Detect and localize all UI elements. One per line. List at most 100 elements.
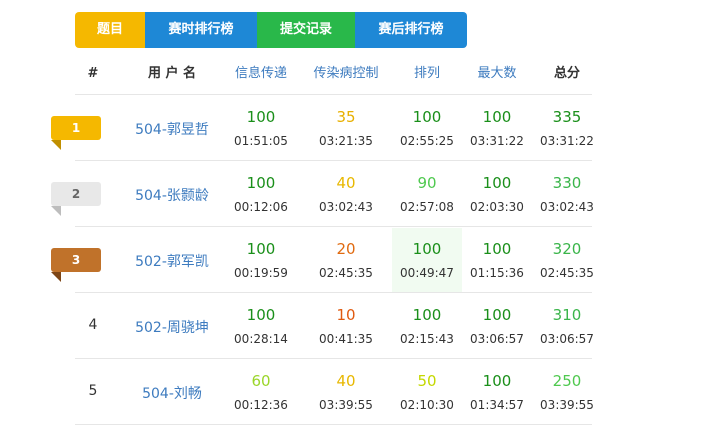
submit-time: 00:49:47 — [400, 266, 454, 280]
score-cell[interactable]: 10 00:41:35 — [300, 293, 392, 359]
score-cell[interactable]: 90 02:57:08 — [392, 161, 462, 227]
submit-time: 01:51:05 — [234, 134, 288, 148]
total-time: 03:06:57 — [540, 332, 594, 346]
total-score: 330 — [552, 174, 582, 192]
submit-time: 02:57:08 — [400, 200, 454, 214]
submit-time: 00:12:06 — [234, 200, 288, 214]
total-time: 03:02:43 — [540, 200, 594, 214]
username-link[interactable]: 504-郭昱哲 — [122, 119, 222, 139]
table-row: 3 502-郭军凯 100 00:19:59 20 02:45:35 100 00:49:47… — [0, 227, 711, 293]
problem-score: 100 — [482, 108, 512, 126]
submit-time: 02:45:35 — [319, 266, 373, 280]
problem-score: 100 — [246, 306, 276, 324]
total-time: 02:45:35 — [540, 266, 594, 280]
problem-score: 35 — [336, 108, 356, 126]
total-score: 310 — [552, 306, 582, 324]
submit-time: 03:21:35 — [319, 134, 373, 148]
submit-time: 00:41:35 — [319, 332, 373, 346]
rank-number: 3 — [71, 253, 81, 267]
total-time: 03:39:55 — [540, 398, 594, 412]
problem-score: 100 — [482, 240, 512, 258]
rank-number: 1 — [71, 121, 81, 135]
total-cell: 320 02:45:35 — [532, 227, 602, 293]
submit-time: 00:19:59 — [234, 266, 288, 280]
ribbon-fold — [51, 140, 61, 150]
problem-score: 100 — [246, 240, 276, 258]
total-score: 335 — [552, 108, 582, 126]
header-problem-2[interactable]: 传染病控制 — [300, 64, 392, 84]
problem-score: 20 — [336, 240, 356, 258]
submit-time: 02:10:30 — [400, 398, 454, 412]
score-cell[interactable]: 100 02:15:43 — [392, 293, 462, 359]
tab-submissions[interactable]: 提交记录 — [257, 12, 355, 48]
problem-score: 100 — [246, 108, 276, 126]
submit-time: 00:12:36 — [234, 398, 288, 412]
score-cell[interactable]: 100 02:55:25 — [392, 95, 462, 161]
problem-score: 100 — [412, 108, 442, 126]
total-cell: 330 03:02:43 — [532, 161, 602, 227]
problem-score: 50 — [417, 372, 437, 390]
score-cell[interactable]: 60 00:12:36 — [222, 359, 300, 425]
total-time: 03:31:22 — [540, 134, 594, 148]
score-cell[interactable]: 100 00:12:06 — [222, 161, 300, 227]
table-row: 2 504-张颢龄 100 00:12:06 40 03:02:43 90 02:57:08 1… — [0, 161, 711, 227]
score-cell[interactable]: 20 02:45:35 — [300, 227, 392, 293]
username-link[interactable]: 502-周骁坤 — [122, 317, 222, 337]
problem-score: 100 — [412, 306, 442, 324]
submit-time: 01:34:57 — [470, 398, 524, 412]
submit-time: 03:06:57 — [470, 332, 524, 346]
header-total: 总分 — [553, 66, 580, 81]
score-cell[interactable]: 100 03:31:22 — [462, 95, 532, 161]
score-cell[interactable]: 35 03:21:35 — [300, 95, 392, 161]
problem-score: 60 — [251, 372, 271, 390]
rank-number: 2 — [71, 187, 81, 201]
score-cell[interactable]: 100 01:34:57 — [462, 359, 532, 425]
problem-score: 100 — [482, 372, 512, 390]
problem-score: 90 — [417, 174, 437, 192]
score-cell[interactable]: 50 02:10:30 — [392, 359, 462, 425]
score-cell[interactable]: 100 00:19:59 — [222, 227, 300, 293]
problem-score: 100 — [412, 240, 442, 258]
score-cell[interactable]: 100 01:15:36 — [462, 227, 532, 293]
score-cell[interactable]: 40 03:02:43 — [300, 161, 392, 227]
submit-time: 00:28:14 — [234, 332, 288, 346]
submit-time: 03:02:43 — [319, 200, 373, 214]
username-link[interactable]: 502-郭军凯 — [122, 251, 222, 271]
submit-time: 02:03:30 — [470, 200, 524, 214]
ribbon-fold — [51, 206, 61, 216]
header-problem-4[interactable]: 最大数 — [462, 64, 532, 84]
ribbon-fold — [51, 272, 61, 282]
score-cell[interactable]: 100 00:28:14 — [222, 293, 300, 359]
header-problem-3[interactable]: 排列 — [392, 64, 462, 84]
score-cell[interactable]: 100 01:51:05 — [222, 95, 300, 161]
submit-time: 02:15:43 — [400, 332, 454, 346]
score-cell[interactable]: 100 00:49:47 — [392, 227, 462, 293]
header-problem-1[interactable]: 信息传递 — [222, 64, 300, 84]
table-row: 1 504-郭昱哲 100 01:51:05 35 03:21:35 100 02:55:25… — [0, 95, 711, 161]
tab-bar: 题目 赛时排行榜 提交记录 赛后排行榜 — [75, 12, 467, 48]
tab-problems[interactable]: 题目 — [75, 12, 145, 48]
username-link[interactable]: 504-刘畅 — [122, 383, 222, 403]
total-score: 320 — [552, 240, 582, 258]
username-link[interactable]: 504-张颢龄 — [122, 185, 222, 205]
submit-time: 03:31:22 — [470, 134, 524, 148]
problem-score: 100 — [482, 306, 512, 324]
table-row: 5 504-刘畅 60 00:12:36 40 03:39:55 50 02:10:30 100… — [0, 359, 711, 425]
header-user: 用 户 名 — [147, 66, 197, 81]
total-score: 250 — [552, 372, 582, 390]
rank-number: 5 — [88, 383, 98, 399]
tab-live-ranking[interactable]: 赛时排行榜 — [145, 12, 257, 48]
score-cell[interactable]: 100 03:06:57 — [462, 293, 532, 359]
score-cell[interactable]: 40 03:39:55 — [300, 359, 392, 425]
total-cell: 310 03:06:57 — [532, 293, 602, 359]
rank-ribbon: 1 — [51, 116, 101, 150]
rank-number: 4 — [88, 317, 98, 333]
score-cell[interactable]: 100 02:03:30 — [462, 161, 532, 227]
rank-ribbon: 3 — [51, 248, 101, 282]
submit-time: 03:39:55 — [319, 398, 373, 412]
tab-final-ranking[interactable]: 赛后排行榜 — [355, 12, 467, 48]
problem-score: 40 — [336, 372, 356, 390]
rank-ribbon: 2 — [51, 182, 101, 216]
submit-time: 02:55:25 — [400, 134, 454, 148]
table-row: 4 502-周骁坤 100 00:28:14 10 00:41:35 100 02:15:43… — [0, 293, 711, 359]
